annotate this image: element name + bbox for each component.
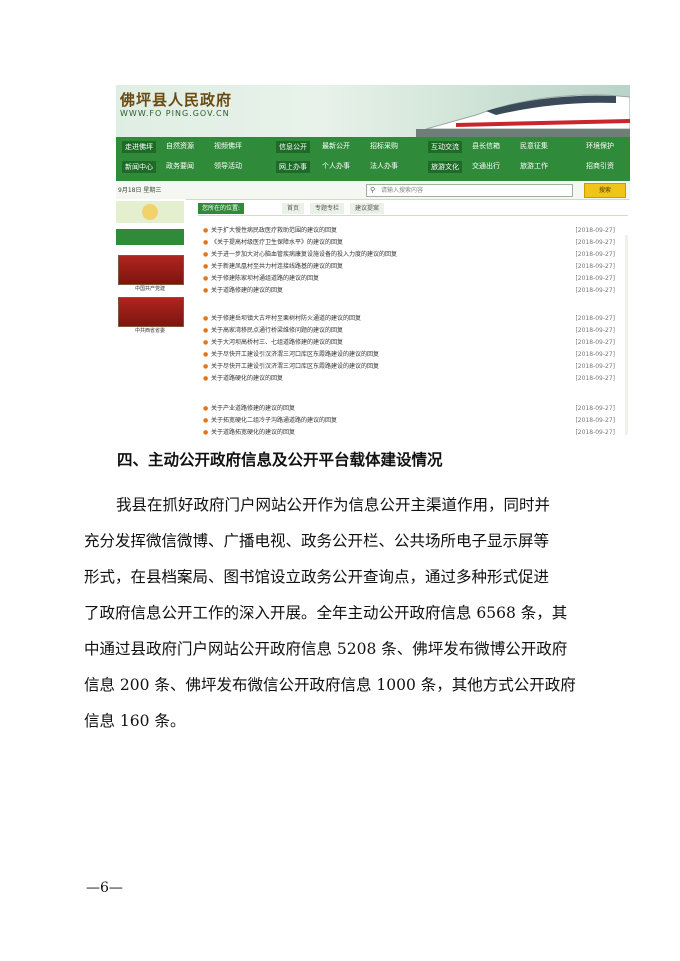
nav-item[interactable]: 最新公开 bbox=[322, 141, 350, 151]
site-name[interactable]: 佛坪县人民政府 bbox=[120, 89, 232, 110]
nav-row-1: 走进佛坪 自然资源 视频佛坪 信息公开 最新公开 招标采购 互动交流 县长信箱 … bbox=[120, 137, 630, 157]
nav-item[interactable]: 交通出行 bbox=[472, 161, 500, 171]
paragraph-line: 信息 160 条。 bbox=[84, 712, 186, 730]
list-item[interactable]: ● 关于修建陈家坝村通组道路的建议的回复 [2018-09-27] bbox=[203, 273, 627, 285]
photo-caption-1[interactable]: 中国共产党建 bbox=[116, 285, 184, 292]
list-item[interactable]: ● 关于拓宽硬化二组冷子沟路通道路的建议的回复 [2018-09-27] bbox=[203, 415, 627, 427]
nav-item[interactable]: 旅游文化 bbox=[428, 161, 462, 173]
list-item[interactable]: ● 《关于提高村级医疗卫生保障水平》的建议的回复 [2018-09-27] bbox=[203, 237, 627, 249]
list-item[interactable]: ● 关于新建凤凰村至共力村连接线路基的建议的回复 [2018-09-27] bbox=[203, 261, 627, 273]
nav-item[interactable]: 走进佛坪 bbox=[122, 141, 156, 153]
breadcrumb: 您所在的位置: 首页 专题专栏 建议提案 bbox=[198, 203, 628, 216]
list-item[interactable]: ● 关于道路硬化的建议的回复 [2018-09-27] bbox=[203, 373, 627, 385]
nav-item[interactable]: 信息公开 bbox=[276, 141, 310, 153]
breadcrumb-item[interactable]: 建议提案 bbox=[350, 203, 385, 214]
nav-item[interactable]: 领导活动 bbox=[214, 161, 242, 171]
nav-item[interactable]: 招商引资 bbox=[586, 161, 614, 171]
party-photo-1[interactable] bbox=[118, 255, 184, 285]
paragraph-line: 了政府信息公开工作的深入开展。全年主动公开政府信息 6568 条，其 bbox=[84, 604, 568, 622]
list-item[interactable]: ● 关于扩大慢性病民政医疗救助范围的建议的回复 [2018-09-27] bbox=[203, 225, 627, 237]
site-url[interactable]: WWW.FO PING.GOV.CN bbox=[120, 109, 230, 118]
list-item[interactable]: ● 关于道路修建的建议的回复 [2018-09-27] bbox=[203, 285, 627, 297]
paragraph-line: 形式，在县档案局、图书馆设立政务公开查询点，通过多种形式促进 bbox=[84, 568, 550, 586]
list-item[interactable]: ● 关于修建岳坝镇大古坪村至栗树村防火通道的建议的回复 [2018-09-27] bbox=[203, 313, 627, 325]
nav-item[interactable]: 旅游工作 bbox=[520, 161, 548, 171]
photo-caption-2[interactable]: 中共西省省委 bbox=[116, 327, 184, 334]
search-icon: ⚲ bbox=[370, 186, 376, 194]
site-banner: 佛坪县人民政府 WWW.FO PING.GOV.CN bbox=[116, 85, 630, 137]
article-list-3: ● 关于产业道路修建的建议的回复 [2018-09-27] ● 关于拓宽硬化二组冷子沟… bbox=[203, 403, 627, 439]
search-bar: 9月18日 星期三 ⚲ 请输入搜索内容 搜索 bbox=[116, 181, 630, 200]
nav-item[interactable]: 自然资源 bbox=[166, 141, 194, 151]
paragraph-line: 信息 200 条、佛坪发布微信公开政府信息 1000 条，其他方式公开政府 bbox=[84, 676, 576, 694]
nav-row-2: 新闻中心 政务要闻 领导活动 网上办事 个人办事 法人办事 旅游文化 交通出行 … bbox=[120, 157, 630, 177]
breadcrumb-location-label: 您所在的位置: bbox=[198, 203, 245, 214]
nav-item[interactable]: 民意征集 bbox=[520, 141, 548, 151]
nav-item[interactable]: 环境保护 bbox=[586, 141, 614, 151]
sidebar-green-block bbox=[116, 229, 184, 245]
website-screenshot: 佛坪县人民政府 WWW.FO PING.GOV.CN 走进佛坪 自然资源 视频佛… bbox=[116, 85, 630, 443]
list-item[interactable]: ● 关于进一步加大对心脑血管疾病康复设施设备的投入力度的建议的回复 [2018-09… bbox=[203, 249, 627, 261]
nav-item[interactable]: 互动交流 bbox=[428, 141, 462, 153]
nav-item[interactable]: 招标采购 bbox=[370, 141, 398, 151]
article-list-2: ● 关于修建岳坝镇大古坪村至栗树村防火通道的建议的回复 [2018-09-27] ●… bbox=[203, 313, 627, 385]
party-photo-2[interactable] bbox=[118, 297, 184, 327]
paragraph-line: 我县在抓好政府门户网站公开作为信息公开主渠道作用，同时并 bbox=[116, 496, 551, 514]
list-item[interactable]: ● 关于尽快开工建设引汉济渭三河口库区东霞路建设的建议的回复 [2018-09-27… bbox=[203, 349, 627, 361]
sidebar-banner[interactable] bbox=[116, 201, 184, 223]
scrollbar[interactable] bbox=[625, 235, 628, 435]
paragraph-line: 中通过县政府门户网站公开政府信息 5208 条、佛坪发布微博公开政府 bbox=[84, 640, 568, 658]
list-item[interactable]: ● 关于尽快开工建设引汉济渭三河口库区东霞路建设的建议的回复 [2018-09-27… bbox=[203, 361, 627, 373]
section-heading: 四、主动公开政府信息及公开平台载体建设情况 bbox=[117, 451, 443, 469]
breadcrumb-item[interactable]: 首页 bbox=[282, 203, 305, 214]
search-input[interactable]: ⚲ 请输入搜索内容 bbox=[366, 184, 573, 197]
page-number: —6— bbox=[86, 880, 123, 896]
search-button[interactable]: 搜索 bbox=[584, 183, 626, 198]
nav-item[interactable]: 视频佛坪 bbox=[214, 141, 242, 151]
sidebar: 中国共产党建 中共西省省委 bbox=[116, 199, 186, 443]
nav-item[interactable]: 政务要闻 bbox=[166, 161, 194, 171]
train-image bbox=[416, 94, 630, 137]
search-placeholder: 请输入搜索内容 bbox=[381, 187, 424, 194]
article-list-1: ● 关于扩大慢性病民政医疗救助范围的建议的回复 [2018-09-27] ● 《关于提… bbox=[203, 225, 627, 297]
list-item[interactable]: ● 关于道路拓宽硬化的建议的回复 [2018-09-27] bbox=[203, 427, 627, 439]
main-nav: 走进佛坪 自然资源 视频佛坪 信息公开 最新公开 招标采购 互动交流 县长信箱 … bbox=[116, 137, 630, 181]
breadcrumb-item[interactable]: 专题专栏 bbox=[310, 203, 345, 214]
list-item[interactable]: ● 关于大河坝高桥村三、七组道路修建的建议的回复 [2018-09-27] bbox=[203, 337, 627, 349]
date-text: 9月18日 星期三 bbox=[118, 187, 162, 194]
nav-item[interactable]: 县长信箱 bbox=[472, 141, 500, 151]
nav-item[interactable]: 网上办事 bbox=[276, 161, 310, 173]
nav-item[interactable]: 新闻中心 bbox=[122, 161, 156, 173]
nav-item[interactable]: 个人办事 bbox=[322, 161, 350, 171]
list-item[interactable]: ● 关于产业道路修建的建议的回复 [2018-09-27] bbox=[203, 403, 627, 415]
paragraph-line: 充分发挥微信微博、广播电视、政务公开栏、公共场所电子显示屏等 bbox=[84, 532, 550, 550]
list-item[interactable]: ● 关于高家湾移民点通行桥梁维修问题的建议的回复 [2018-09-27] bbox=[203, 325, 627, 337]
nav-item[interactable]: 法人办事 bbox=[370, 161, 398, 171]
